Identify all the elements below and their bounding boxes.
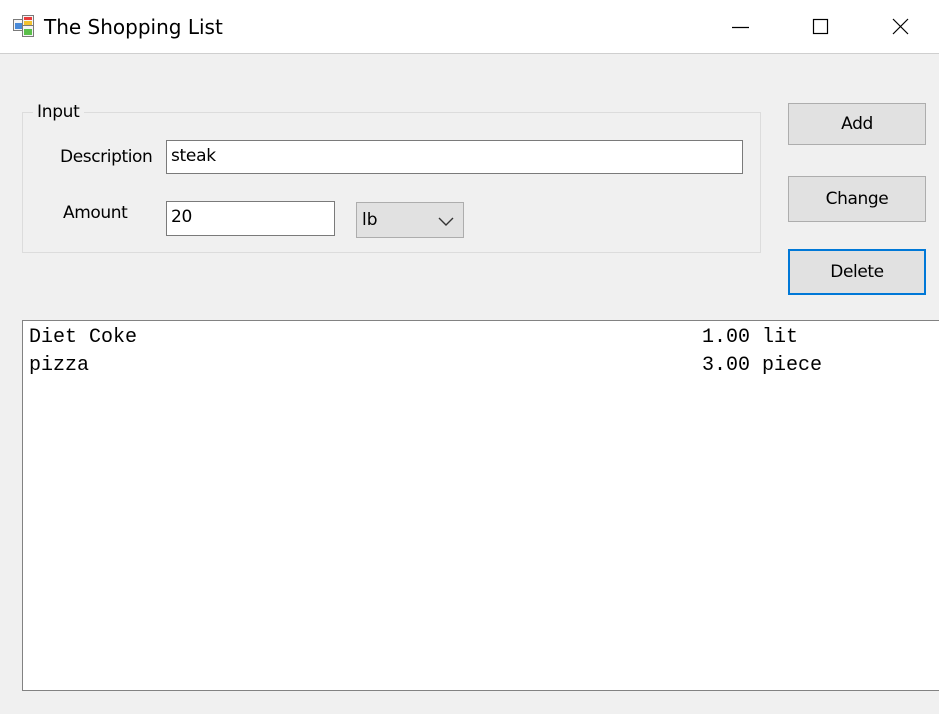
- maximize-icon: [812, 18, 829, 35]
- unit-selected-value: lb: [362, 210, 378, 230]
- description-label: Description: [60, 147, 153, 167]
- list-item[interactable]: pizza 3.00 piece: [29, 352, 929, 380]
- list-item-description: pizza: [29, 354, 90, 377]
- title-bar[interactable]: The Shopping List: [0, 0, 939, 54]
- list-item-amount: 3.00 piece: [702, 354, 823, 377]
- amount-label: Amount: [63, 203, 128, 223]
- minimize-icon: [732, 26, 749, 29]
- input-group-legend: Input: [33, 101, 84, 123]
- close-button[interactable]: [859, 0, 939, 54]
- close-icon: [892, 18, 909, 35]
- list-item[interactable]: Diet Coke 1.00 lit: [29, 324, 929, 352]
- description-input[interactable]: steak: [166, 140, 743, 174]
- list-item-amount: 1.00 lit: [702, 326, 799, 349]
- shopping-listbox[interactable]: Diet Coke 1.00 lit pizza 3.00 piece: [22, 320, 939, 691]
- shopping-list-window: The Shopping List Input Description stea…: [0, 0, 939, 714]
- maximize-button[interactable]: [780, 0, 860, 54]
- unit-dropdown[interactable]: lb: [356, 202, 464, 238]
- chevron-down-icon[interactable]: [437, 213, 455, 227]
- change-button[interactable]: Change: [788, 176, 926, 222]
- minimize-button[interactable]: [700, 0, 780, 54]
- amount-input[interactable]: 20: [166, 201, 335, 236]
- add-button[interactable]: Add: [788, 103, 926, 145]
- window-title: The Shopping List: [44, 15, 223, 39]
- list-item-description: Diet Coke: [29, 326, 138, 349]
- winforms-app-icon[interactable]: [13, 15, 35, 37]
- delete-button[interactable]: Delete: [788, 249, 926, 295]
